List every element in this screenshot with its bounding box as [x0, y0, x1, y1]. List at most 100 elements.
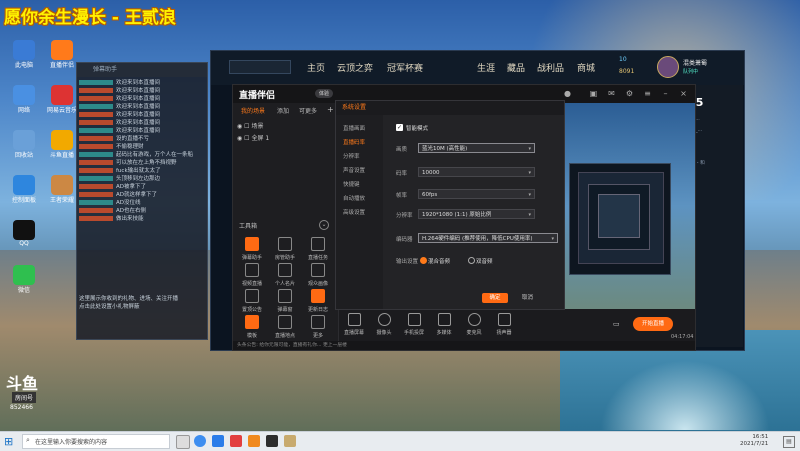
lol-nav-profile[interactable]: 生涯: [477, 61, 495, 74]
setting-select[interactable]: 10000 ▾: [418, 167, 535, 177]
settings-nav-item[interactable]: 自动播放: [343, 194, 365, 202]
chat-username-tag: [79, 184, 113, 189]
taskbar-search-input[interactable]: 在这里输入你要搜索的内容: [22, 434, 170, 449]
tab-add[interactable]: 添加: [277, 106, 289, 115]
chat-username-tag: [79, 80, 113, 85]
smart-mode-checkbox[interactable]: ✓: [396, 124, 403, 131]
dual-audio-radio[interactable]: [468, 257, 475, 264]
lol-icon[interactable]: [284, 435, 296, 447]
desktop-icon[interactable]: 网络: [4, 85, 44, 114]
lol-nav-home[interactable]: 主页: [307, 61, 325, 74]
folder-icon[interactable]: [212, 435, 224, 447]
app-icon[interactable]: [230, 435, 242, 447]
toolbox-more-icon[interactable]: ⌄: [319, 220, 329, 230]
chat-window-title: 弹幕助手: [77, 63, 207, 77]
mail-icon[interactable]: ✉: [607, 89, 616, 98]
tool-5[interactable]: 观众画像: [303, 263, 333, 287]
minimize-icon[interactable]: –: [661, 89, 670, 98]
settings-nav-item[interactable]: 快捷键: [343, 180, 360, 188]
tool-label: 直播地点: [274, 333, 295, 339]
tool-label: 更多: [312, 333, 323, 339]
setting-select[interactable]: 1920*1080 (1:1) 原始比例 ▾: [418, 209, 535, 219]
windows-start-icon[interactable]: ⊞: [4, 436, 15, 447]
layout-icon[interactable]: ▭: [613, 320, 620, 328]
toolbar-button-3[interactable]: 多媒体: [431, 313, 457, 336]
settings-dialog[interactable]: 系统设置 直播画面 直播码率 分辨率 声音设置 快捷键 自动播放 高级设置 ✓ 智能模式 画…: [335, 100, 565, 310]
camera-icon: [377, 313, 391, 326]
tool-1[interactable]: 房管助手: [270, 237, 300, 261]
chat-username-tag: [79, 208, 113, 213]
settings-nav-item[interactable]: 声音设置: [343, 166, 365, 174]
toolbar-button-2[interactable]: 手机投屏: [401, 313, 427, 336]
cancel-button[interactable]: 取消: [522, 293, 533, 303]
chat-username-tag: [79, 96, 113, 101]
settings-icon[interactable]: ⚙: [625, 89, 634, 98]
avatar[interactable]: ●: [563, 89, 572, 98]
setting-select[interactable]: H.264硬件编码 (推荐使用，降低CPU使用率) ▾: [418, 233, 558, 243]
menu-icon[interactable]: ≡: [643, 89, 652, 98]
tool-2[interactable]: 直播任务: [303, 237, 333, 261]
setting-select[interactable]: 蓝光10M (高性能) ▾: [418, 143, 535, 153]
game-icon[interactable]: [266, 435, 278, 447]
desktop-app-icon: [13, 265, 35, 285]
desktop-icon[interactable]: 微信: [4, 265, 44, 294]
settings-nav-item[interactable]: 直播画面: [343, 124, 365, 132]
chat-message: fuck输出就太太了: [77, 167, 207, 175]
scene-item[interactable]: ◉ ☐ 场景: [237, 121, 263, 130]
settings-nav-item[interactable]: 直播码率: [343, 138, 365, 146]
tool-11[interactable]: 更多: [303, 315, 333, 339]
lol-nav-tft[interactable]: 云顶之弈: [337, 61, 373, 74]
douyu-logo: 斗鱼: [6, 374, 39, 393]
lol-rp-count: 10: [619, 56, 627, 63]
tool-3[interactable]: 视频直播: [237, 263, 267, 287]
tab-my-scenes[interactable]: 我的场景: [241, 106, 265, 115]
chrome-icon[interactable]: [194, 435, 206, 447]
settings-nav-item[interactable]: 分辨率: [343, 152, 360, 160]
tool-9[interactable]: 模板: [237, 315, 267, 339]
mixed-audio-radio[interactable]: [420, 257, 427, 264]
danmaku-chat-window[interactable]: 弹幕助手 欢迎来到本直播间 欢迎来到本直播间 欢迎来到本直播间 欢迎来到本直播间 欢迎来…: [76, 62, 208, 340]
chat-username-tag: [79, 120, 113, 125]
tool-icon: [311, 289, 325, 303]
tab-more[interactable]: 可更多: [299, 106, 317, 115]
tool-6[interactable]: 置顶公告: [237, 289, 267, 313]
lol-search-box[interactable]: [229, 60, 291, 74]
start-live-button[interactable]: 开始直播: [633, 317, 673, 331]
tool-7[interactable]: 弹幕窗: [270, 289, 300, 313]
streaming-app-icon[interactable]: [248, 435, 260, 447]
desktop-icon[interactable]: 此电脑: [4, 40, 44, 69]
close-icon[interactable]: ×: [679, 89, 688, 98]
chevron-down-icon: ▾: [528, 146, 531, 152]
tool-4[interactable]: 个人名片: [270, 263, 300, 287]
chat-footer-line[interactable]: 点击此处设置小礼物屏蔽: [79, 303, 178, 311]
desktop-icon[interactable]: QQ: [4, 220, 44, 247]
settings-nav-item[interactable]: 高级设置: [343, 208, 365, 216]
confirm-button[interactable]: 确定: [482, 293, 508, 303]
toolbar-button-4[interactable]: 麦克风: [461, 313, 487, 336]
lol-nav-collection[interactable]: 藏品: [507, 61, 525, 74]
setting-select[interactable]: 60fps ▾: [418, 189, 535, 199]
chat-username-tag: [79, 144, 113, 149]
chat-message: 可以放在左上角不挡视野: [77, 159, 207, 167]
desktop-icon[interactable]: 回收站: [4, 130, 44, 159]
task-view-icon[interactable]: [176, 435, 190, 449]
skin-icon[interactable]: ▣: [589, 89, 598, 98]
desktop-icon[interactable]: 控制面板: [4, 175, 44, 204]
toolbar-button-1[interactable]: 摄像头: [371, 313, 397, 336]
add-scene-icon[interactable]: +: [327, 105, 334, 114]
scene-item[interactable]: ◉ ☐ 全屏 1: [237, 133, 269, 142]
chat-message: 起码比有游戏，万个人在一条船: [77, 151, 207, 159]
tool-8[interactable]: 更新日志: [303, 289, 333, 313]
lol-nav-clash[interactable]: 冠军杯赛: [387, 61, 423, 74]
toolbar-button-0[interactable]: 直播屏幕: [341, 313, 367, 336]
avatar[interactable]: [657, 56, 679, 78]
taskbar-clock[interactable]: 16:51 2021/7/21: [740, 434, 768, 448]
chat-username-tag: [79, 152, 113, 157]
lol-nav-loot[interactable]: 战利品: [537, 61, 564, 74]
tool-0[interactable]: 弹幕助手: [237, 237, 267, 261]
toolbar-button-5[interactable]: 扬声器: [491, 313, 517, 336]
tool-icon: [311, 315, 325, 329]
lol-nav-store[interactable]: 商城: [577, 61, 595, 74]
tool-10[interactable]: 直播地点: [270, 315, 300, 339]
notification-icon[interactable]: ▤: [783, 436, 795, 448]
